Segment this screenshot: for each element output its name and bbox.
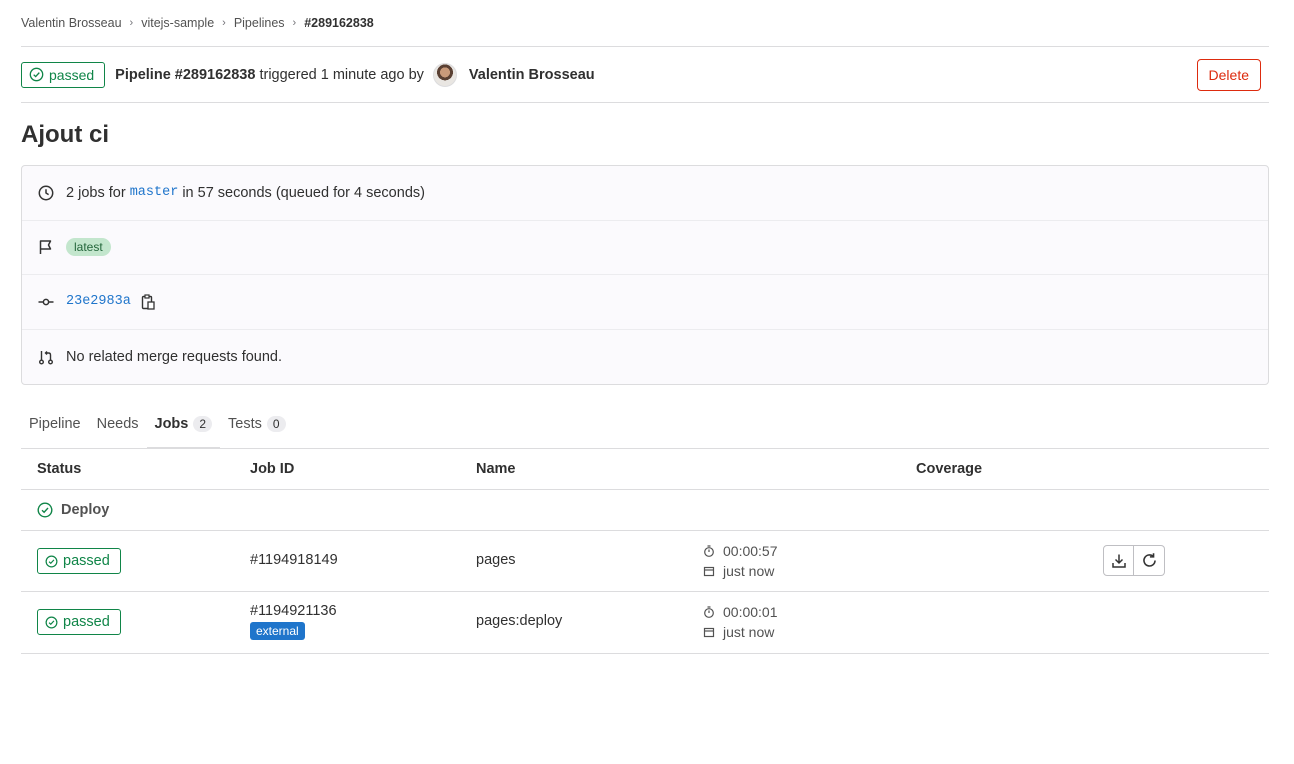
tab-jobs-label: Jobs (154, 416, 189, 432)
chevron-right-icon: › (129, 17, 134, 29)
job-finished: just now (723, 563, 775, 579)
delete-button[interactable]: Delete (1196, 59, 1261, 91)
job-status-badge[interactable]: passed (37, 609, 121, 635)
info-jobs-row: 2 jobs for master in 57 seconds (queued … (22, 166, 1268, 221)
info-tags-row: latest (22, 221, 1268, 275)
check-circle-icon (29, 67, 44, 82)
timer-icon (704, 545, 714, 557)
job-timing: 00:00:57 just now (703, 541, 778, 581)
job-id-link[interactable]: #1194918149 (250, 552, 338, 568)
pipeline-info-card: 2 jobs for master in 57 seconds (queued … (21, 165, 1269, 385)
pipeline-header: passed Pipeline #289162838 triggered 1 m… (21, 47, 1269, 103)
avatar[interactable] (432, 62, 457, 87)
header-job-id: Job ID (250, 461, 295, 477)
merge-request-icon (38, 349, 54, 365)
pipeline-info: Pipeline #289162838 triggered 1 minute a… (115, 67, 424, 83)
commit-icon (38, 294, 54, 310)
breadcrumb: Valentin Brosseau › vitejs-sample › Pipe… (21, 0, 1269, 47)
copy-icon[interactable] (141, 294, 155, 310)
job-status-badge[interactable]: passed (37, 548, 121, 574)
timer-icon (704, 606, 714, 618)
pipeline-id: Pipeline #289162838 (115, 66, 256, 83)
job-name-link[interactable]: pages (476, 552, 516, 568)
calendar-icon (703, 627, 715, 638)
check-circle-icon (37, 502, 53, 518)
tab-tests[interactable]: Tests 0 (220, 407, 294, 448)
commit-sha-link[interactable]: 23e2983a (66, 294, 131, 309)
job-duration: 00:00:57 (723, 543, 778, 559)
download-icon (1111, 554, 1126, 568)
external-badge: external (250, 622, 305, 640)
info-commit-row: 23e2983a (22, 275, 1268, 330)
header-status: Status (37, 461, 82, 477)
jobs-prefix: 2 jobs for (66, 184, 126, 201)
pipeline-tabs: Pipeline Needs Jobs 2 Tests 0 (21, 407, 1269, 449)
page-title: Ajout ci (21, 121, 109, 148)
latest-badge: latest (66, 238, 111, 257)
branch-link[interactable]: master (130, 185, 179, 200)
clock-icon (38, 185, 54, 201)
tab-pipeline-label: Pipeline (29, 416, 81, 432)
breadcrumb-pipelines[interactable]: Pipelines (234, 16, 285, 30)
job-name-link[interactable]: pages:deploy (476, 613, 562, 629)
download-artifacts-button[interactable] (1103, 545, 1134, 576)
chevron-right-icon: › (222, 17, 226, 29)
job-id-link[interactable]: #1194921136 (250, 603, 337, 619)
status-badge[interactable]: passed (21, 61, 106, 88)
jobs-suffix: in 57 seconds (queued for 4 seconds) (182, 184, 425, 201)
stage-group-row: Deploy (21, 490, 1269, 531)
job-status-label: passed (63, 553, 110, 569)
header-coverage: Coverage (916, 461, 983, 477)
stage-name: Deploy (61, 502, 110, 518)
job-status-label: passed (63, 614, 110, 630)
author-name[interactable]: Valentin Brosseau (469, 67, 595, 83)
status-label: passed (49, 66, 95, 83)
check-circle-icon (45, 555, 58, 567)
breadcrumb-user[interactable]: Valentin Brosseau (21, 16, 122, 30)
tab-tests-label: Tests (228, 416, 262, 432)
job-duration: 00:00:01 (723, 604, 778, 620)
breadcrumb-project[interactable]: vitejs-sample (141, 16, 214, 30)
retry-job-button[interactable] (1134, 545, 1165, 576)
pipeline-page: Valentin Brosseau › vitejs-sample › Pipe… (21, 0, 1269, 654)
retry-icon (1142, 553, 1156, 567)
triggered-text: triggered 1 minute ago by (259, 66, 424, 83)
tab-pipeline[interactable]: Pipeline (21, 407, 89, 448)
table-row: passed #1194921136 external pages:deploy… (21, 592, 1269, 654)
info-mr-row: No related merge requests found. (22, 330, 1268, 385)
chevron-right-icon: › (292, 17, 297, 29)
tab-jobs-count: 2 (193, 416, 213, 432)
flag-icon (38, 239, 54, 255)
tab-needs-label: Needs (96, 416, 139, 432)
tab-needs[interactable]: Needs (89, 407, 147, 448)
header-name: Name (476, 461, 516, 477)
check-circle-icon (45, 616, 58, 628)
job-actions (1103, 545, 1165, 576)
tab-tests-count: 0 (266, 416, 286, 432)
job-finished: just now (723, 624, 775, 640)
job-timing: 00:00:01 just now (703, 602, 778, 642)
tab-jobs[interactable]: Jobs 2 (146, 407, 221, 449)
no-merge-requests-text: No related merge requests found. (66, 348, 283, 365)
breadcrumb-current[interactable]: #289162838 (304, 16, 374, 30)
table-row: passed #1194918149 pages 00:00:57 just n… (21, 531, 1269, 592)
jobs-table-header: Status Job ID Name Coverage (21, 449, 1269, 490)
calendar-icon (703, 566, 715, 577)
